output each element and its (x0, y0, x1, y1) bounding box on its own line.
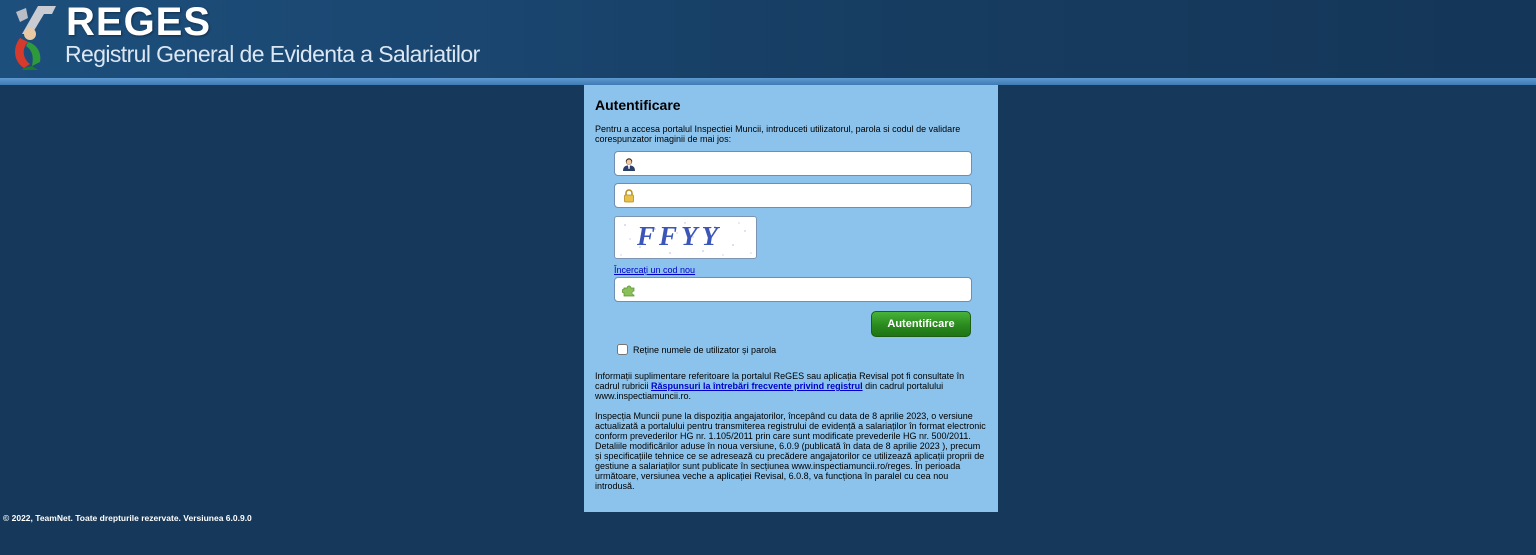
username-field[interactable] (614, 151, 972, 176)
captcha-image: FFYY (614, 216, 757, 259)
captcha-field[interactable] (614, 277, 972, 302)
logo-subtitle: Registrul General de Evidenta a Salariat… (65, 41, 480, 67)
user-icon (623, 158, 635, 171)
password-input[interactable] (641, 186, 967, 205)
faq-link[interactable]: Răspunsuri la întrebări frecvente privin… (651, 381, 863, 391)
header-banner: REGES Registrul General de Evidenta a Sa… (0, 0, 1536, 78)
puzzle-icon (622, 285, 635, 297)
captcha-input[interactable] (641, 280, 967, 299)
new-code-link[interactable]: Încercați un cod nou (614, 265, 695, 275)
remember-checkbox[interactable] (617, 344, 628, 355)
reges-logo-icon (15, 6, 56, 70)
info-paragraph-2: Inspecția Muncii pune la dispoziția anga… (595, 411, 986, 441)
logo-title: REGES (66, 0, 212, 44)
remember-label: Reține numele de utilizator și parola (633, 345, 777, 355)
footer-copyright: © 2022, TeamNet. Toate drepturile rezerv… (3, 513, 252, 523)
username-input[interactable] (641, 154, 967, 173)
captcha-text: FFYY (637, 221, 723, 251)
password-field[interactable] (614, 183, 972, 208)
info-section: Informații suplimentare referitoare la p… (595, 371, 987, 491)
login-panel: Autentificare Pentru a accesa portalul I… (584, 85, 998, 512)
remember-option[interactable]: Reține numele de utilizator și parola (617, 344, 776, 355)
info-paragraph-3: Detaliile modificărilor aduse în noua ve… (595, 441, 985, 491)
info-paragraph-1: Informații suplimentare referitoare la p… (595, 371, 987, 401)
login-button[interactable]: Autentificare (871, 311, 971, 337)
header-stripe (0, 78, 1536, 85)
login-intro: Pentru a accesa portalul Inspectiei Munc… (595, 124, 961, 144)
login-title: Autentificare (595, 97, 681, 113)
lock-icon (624, 189, 634, 203)
